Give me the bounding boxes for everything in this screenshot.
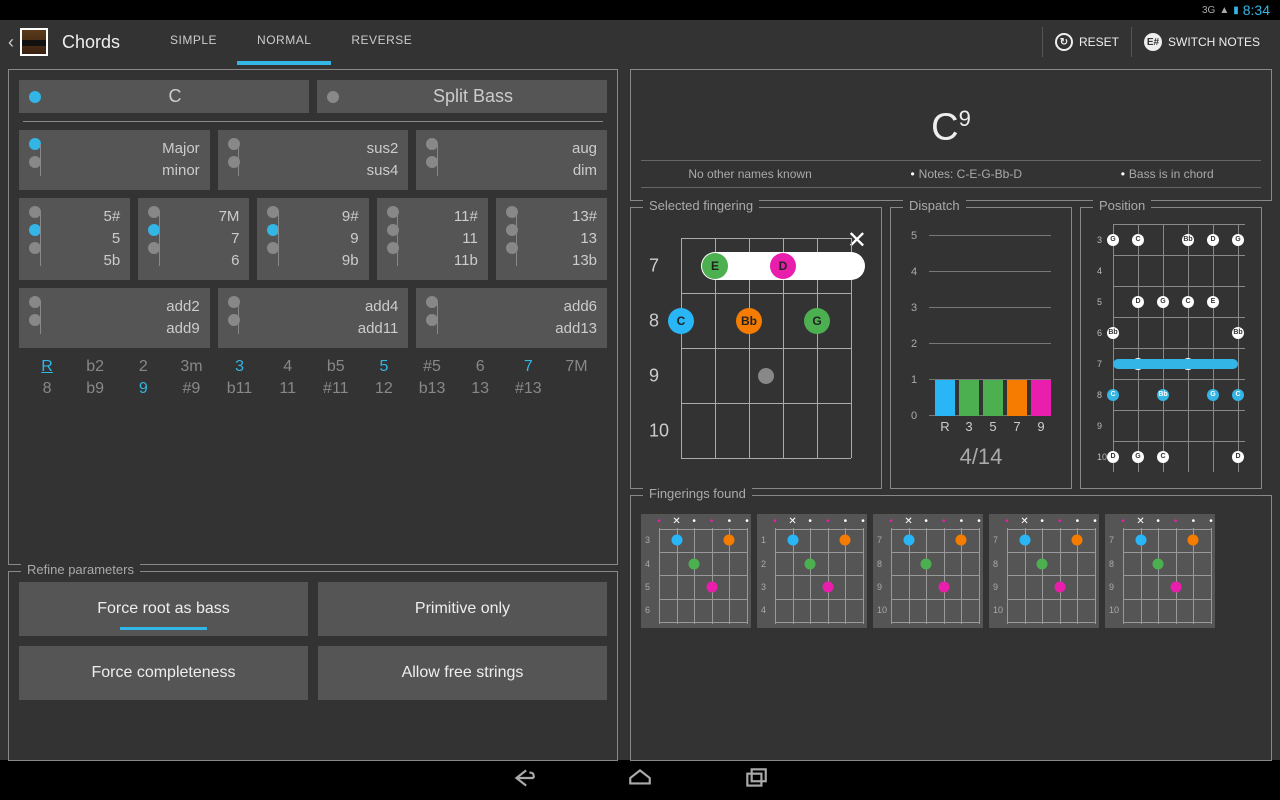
root-selector[interactable]: C — [19, 80, 309, 113]
system-nav-bar — [0, 760, 1280, 800]
tension-4[interactable]: 13#1313b — [496, 198, 607, 280]
dispatch-counter[interactable]: 4/14 — [911, 416, 1051, 470]
chord-name: C9 — [641, 82, 1261, 160]
position-fretboard[interactable]: 345678910GCBbDGDGCEBbBbEDCBbGCDGCD — [1091, 218, 1251, 478]
switch-notes-icon: E# — [1144, 33, 1162, 51]
radio-off-icon — [327, 91, 339, 103]
refine-2[interactable]: Force completeness — [19, 646, 308, 700]
tab-reverse[interactable]: REVERSE — [331, 19, 432, 65]
intervals-display: Rb223m34b55#5677M8b99#9b1111#1112b1313#1… — [19, 348, 607, 408]
add-2[interactable]: add6add13 — [416, 288, 607, 348]
tension-2[interactable]: 9#99b — [257, 198, 368, 280]
selected-fingering-panel: Selected fingering ✕ 78910EDCBbG — [630, 208, 882, 488]
split-bass-selector[interactable]: Split Bass — [317, 80, 607, 113]
position-panel: Position 345678910GCBbDGDGCEBbBbEDCBbGCD… — [1080, 208, 1262, 488]
back-button[interactable]: ‹ — [8, 32, 20, 53]
fingering-0[interactable]: •✕••••3456 — [641, 514, 751, 628]
reset-button[interactable]: ↻ RESET — [1042, 27, 1131, 57]
fingerings-panel: Fingerings found •✕••••3456•✕••••1234•✕•… — [630, 496, 1272, 760]
refine-0[interactable]: Force root as bass — [19, 582, 308, 636]
app-icon[interactable] — [20, 28, 48, 56]
status-bar: 3G ▲ ▮ 8:34 — [0, 0, 1280, 20]
switch-notes-button[interactable]: E# SWITCH NOTES — [1131, 27, 1272, 57]
signal-icon: ▲ — [1219, 5, 1229, 16]
quality-major-minor[interactable]: Majorminor — [19, 130, 210, 190]
quality-aug-dim[interactable]: augdim — [416, 130, 607, 190]
page-title: Chords — [62, 32, 120, 53]
refine-panel: Refine parameters Force root as bassPrim… — [8, 572, 618, 760]
quality-row: Majorminor sus2sus4 augdim — [19, 130, 607, 190]
tension-3[interactable]: 11#1111b — [377, 198, 488, 280]
radio-on-icon — [29, 91, 41, 103]
add-0[interactable]: add2add9 — [19, 288, 210, 348]
chord-info: No other names known •Notes: C-E-G-Bb-D … — [641, 160, 1261, 188]
add-row: add2add9add4add11add6add13 — [19, 288, 607, 348]
chord-display: C9 No other names known •Notes: C-E-G-Bb… — [630, 70, 1272, 200]
tension-row: 5#55b7M769#99b11#1111b13#1313b — [19, 198, 607, 280]
tab-normal[interactable]: NORMAL — [237, 19, 331, 65]
nav-home-icon[interactable] — [627, 765, 653, 796]
nav-back-icon[interactable] — [511, 765, 537, 796]
refine-title: Refine parameters — [21, 562, 140, 577]
chord-builder: C Split Bass Majorminor sus2sus4 — [8, 70, 618, 564]
battery-icon: ▮ — [1233, 5, 1239, 16]
tension-0[interactable]: 5#55b — [19, 198, 130, 280]
clock: 8:34 — [1243, 2, 1270, 18]
action-bar: ‹ Chords SIMPLE NORMAL REVERSE ↻ RESET E… — [0, 20, 1280, 64]
quality-sus[interactable]: sus2sus4 — [218, 130, 409, 190]
dispatch-chart: 012345R3579 — [911, 236, 1051, 416]
mode-tabs: SIMPLE NORMAL REVERSE — [150, 19, 432, 65]
tab-simple[interactable]: SIMPLE — [150, 19, 237, 65]
fingering-2[interactable]: •✕••••78910 — [873, 514, 983, 628]
refine-3[interactable]: Allow free strings — [318, 646, 607, 700]
fingering-4[interactable]: •✕••••78910 — [1105, 514, 1215, 628]
nav-recent-icon[interactable] — [743, 765, 769, 796]
tension-1[interactable]: 7M76 — [138, 198, 249, 280]
fingering-3[interactable]: •✕••••78910 — [989, 514, 1099, 628]
add-1[interactable]: add4add11 — [218, 288, 409, 348]
network-icon: 3G — [1202, 5, 1215, 16]
refine-1[interactable]: Primitive only — [318, 582, 607, 636]
dispatch-panel: Dispatch 012345R3579 4/14 — [890, 208, 1072, 488]
fingering-1[interactable]: •✕••••1234 — [757, 514, 867, 628]
selected-fingering[interactable]: ✕ 78910EDCBbG — [641, 218, 871, 478]
reset-icon: ↻ — [1055, 33, 1073, 51]
